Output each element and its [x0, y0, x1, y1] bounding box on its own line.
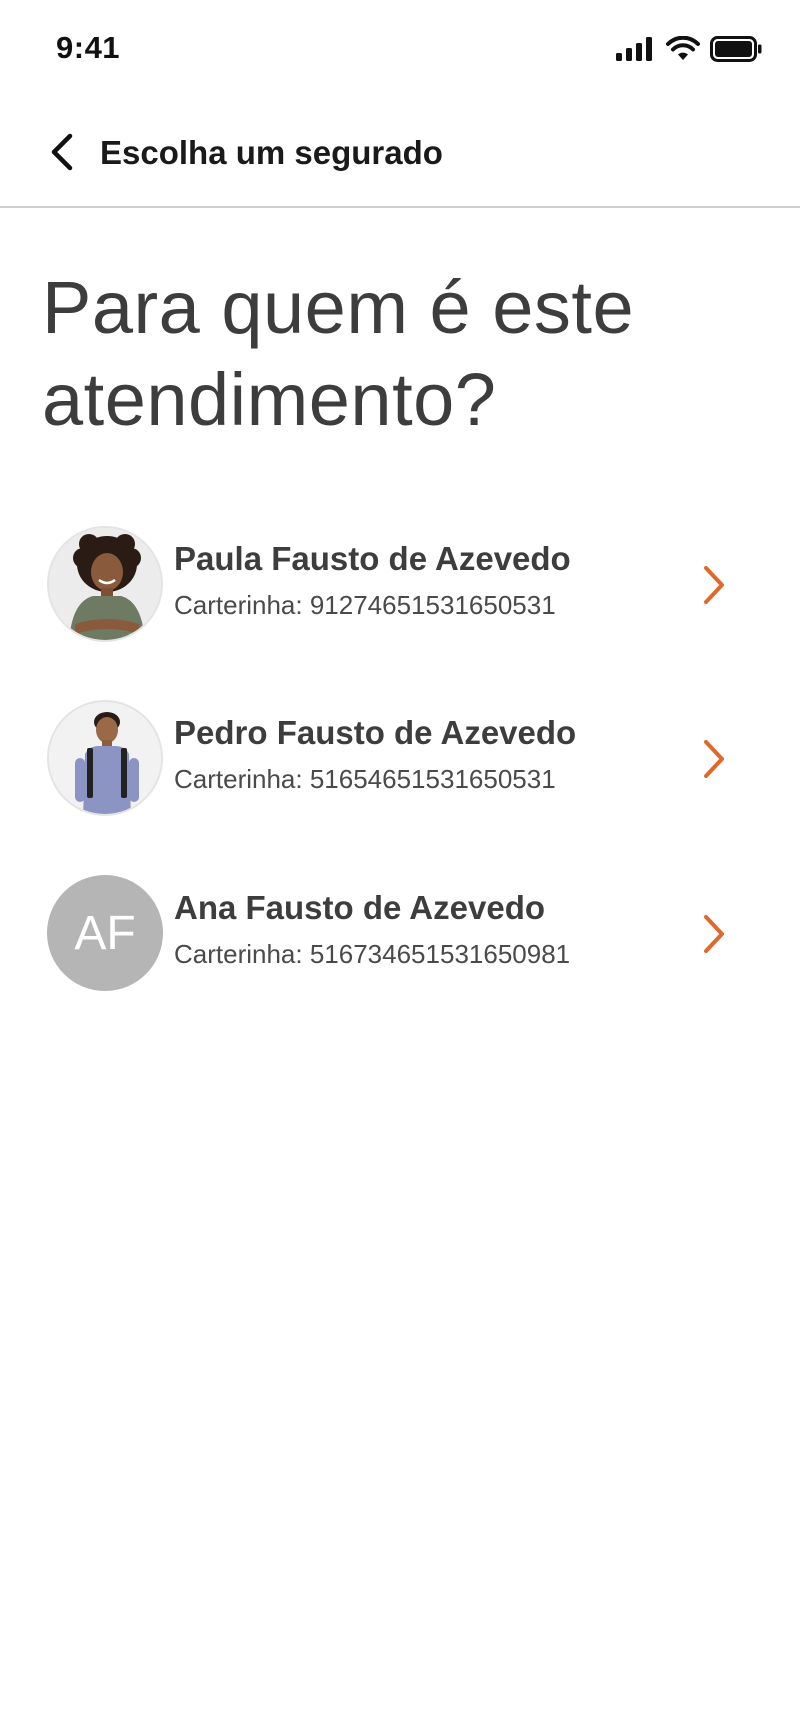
status-icons — [616, 36, 762, 62]
woman-photo-avatar — [47, 526, 163, 642]
chevron-left-icon — [48, 132, 76, 177]
list-item-paula[interactable]: Paula Fausto de Azevedo Carterinha: 9127… — [0, 520, 800, 650]
chevron-right-icon — [694, 734, 734, 784]
page-title: Escolha um segurado — [100, 134, 443, 171]
back-button[interactable] — [36, 128, 88, 180]
initials-avatar: AF — [47, 875, 163, 991]
status-time: 9:41 — [56, 30, 121, 65]
list-item-pedro[interactable]: Pedro Fausto de Azevedo Carterinha: 5165… — [0, 694, 800, 824]
chevron-right-icon — [694, 560, 734, 610]
insured-name: Ana Fausto de Azevedo — [174, 889, 546, 926]
insured-card-number: Carterinha: 91274651531650531 — [174, 590, 556, 620]
chevron-right-icon — [694, 909, 734, 959]
app-header: Escolha um segurado — [0, 100, 800, 208]
status-bar: 9:41 — [0, 0, 800, 100]
battery-icon — [710, 36, 762, 62]
question-line-2: atendimento? — [42, 358, 497, 441]
insured-card-number: Carterinha: 516734651531650981 — [174, 939, 571, 969]
wifi-icon — [666, 36, 700, 62]
insured-name: Pedro Fausto de Azevedo — [174, 714, 577, 751]
avatar-initials: AF — [74, 906, 136, 960]
screen: 9:41 Escolha um segurado Para quem é est… — [0, 0, 800, 1732]
boy-photo-avatar — [47, 700, 163, 816]
cellular-signal-icon — [616, 37, 656, 61]
insured-card-number: Carterinha: 51654651531650531 — [174, 764, 556, 794]
insured-name: Paula Fausto de Azevedo — [174, 540, 571, 577]
question-heading: Para quem é este atendimento? — [42, 262, 762, 446]
question-line-1: Para quem é este — [42, 266, 635, 349]
list-item-ana[interactable]: AF Ana Fausto de Azevedo Carterinha: 516… — [0, 869, 800, 999]
